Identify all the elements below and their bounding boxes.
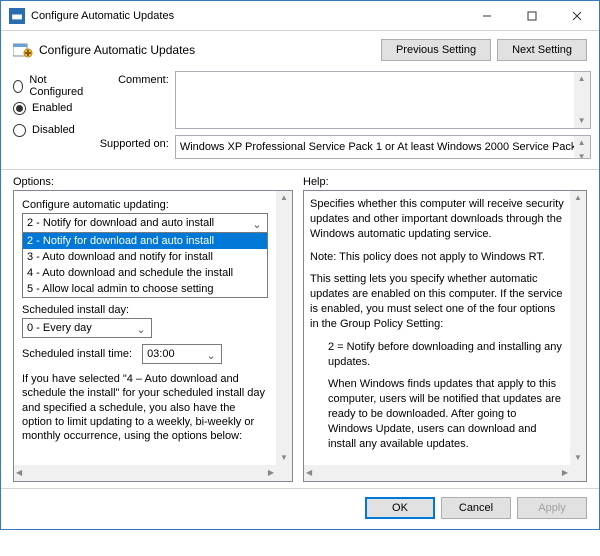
dropdown-value: 0 - Every day (27, 322, 92, 334)
comment-label: Comment: (94, 71, 169, 86)
sched-day-label: Scheduled install day: (22, 304, 268, 316)
radio-icon (13, 80, 23, 93)
radio-label: Enabled (32, 102, 72, 114)
config-updating-label: Configure automatic updating: (22, 199, 268, 211)
supported-on-field: Windows XP Professional Service Pack 1 o… (175, 135, 591, 159)
comment-textarea[interactable]: ▲▼ (175, 71, 591, 129)
policy-icon (13, 42, 33, 58)
maximize-button[interactable] (509, 1, 554, 31)
radio-icon (13, 102, 26, 115)
dropdown-option[interactable]: 3 - Auto download and notify for install (23, 249, 267, 265)
scroll-corner (276, 465, 292, 481)
radio-enabled[interactable]: Enabled (13, 97, 86, 119)
minimize-button[interactable] (464, 1, 509, 31)
cancel-button[interactable]: Cancel (441, 497, 511, 519)
sched-time-dropdown[interactable]: 03:00 ⌄ (142, 344, 222, 364)
scrollbar-horizontal[interactable]: ◀▶ (14, 465, 276, 481)
dropdown-option[interactable]: 2 - Notify for download and auto install (23, 233, 267, 249)
help-text: This setting lets you specify whether au… (310, 272, 564, 331)
config-updating-dropdown-list[interactable]: 2 - Notify for download and auto install… (22, 233, 268, 298)
policy-dialog: Configure Automatic Updates Configure Au… (0, 0, 600, 530)
dropdown-option[interactable]: 4 - Auto download and schedule the insta… (23, 265, 267, 281)
sched-time-label: Scheduled install time: (22, 348, 132, 360)
next-setting-button[interactable]: Next Setting (497, 39, 587, 61)
options-label: Options: (13, 176, 303, 188)
chevron-down-icon: ⌄ (133, 321, 149, 337)
options-pane: Configure automatic updating: 2 - Notify… (13, 190, 293, 482)
help-label: Help: (303, 176, 329, 188)
radio-not-configured[interactable]: Not Configured (13, 75, 86, 97)
radio-label: Not Configured (29, 74, 85, 98)
help-text: Note: This policy does not apply to Wind… (310, 250, 564, 265)
close-button[interactable] (554, 1, 599, 31)
window-title: Configure Automatic Updates (31, 10, 464, 22)
chevron-down-icon: ⌄ (203, 347, 219, 363)
scrollbar-vertical[interactable]: ▲▼ (574, 72, 590, 128)
policy-title: Configure Automatic Updates (39, 43, 381, 57)
help-text: 2 = Notify before downloading and instal… (310, 340, 564, 370)
scrollbar-vertical[interactable]: ▲▼ (574, 136, 590, 158)
radio-label: Disabled (32, 124, 75, 136)
help-pane: Specifies whether this computer will rec… (303, 190, 587, 482)
title-bar[interactable]: Configure Automatic Updates (1, 1, 599, 31)
ok-button[interactable]: OK (365, 497, 435, 519)
dropdown-option[interactable]: 5 - Allow local admin to choose setting (23, 281, 267, 297)
apply-button[interactable]: Apply (517, 497, 587, 519)
help-text: 3 = (Default setting) Download the updat… (310, 460, 564, 461)
dropdown-value: 2 - Notify for download and auto install (27, 217, 214, 229)
radio-icon (13, 124, 26, 137)
supported-on-text: Windows XP Professional Service Pack 1 o… (180, 141, 586, 153)
help-text: When Windows finds updates that apply to… (310, 377, 564, 451)
scrollbar-vertical[interactable]: ▲▼ (276, 191, 292, 465)
scrollbar-horizontal[interactable]: ◀▶ (304, 465, 570, 481)
config-updating-dropdown[interactable]: 2 - Notify for download and auto install… (22, 213, 268, 233)
app-icon (9, 8, 25, 24)
previous-setting-button[interactable]: Previous Setting (381, 39, 491, 61)
scrollbar-vertical[interactable]: ▲▼ (570, 191, 586, 465)
help-text: Specifies whether this computer will rec… (310, 197, 564, 242)
sched-day-dropdown[interactable]: 0 - Every day ⌄ (22, 318, 152, 338)
scroll-corner (570, 465, 586, 481)
options-description: If you have selected "4 – Auto download … (22, 372, 268, 443)
dropdown-value: 03:00 (147, 348, 175, 360)
chevron-down-icon: ⌄ (249, 216, 265, 232)
radio-disabled[interactable]: Disabled (13, 119, 86, 141)
supported-label: Supported on: (94, 135, 169, 150)
